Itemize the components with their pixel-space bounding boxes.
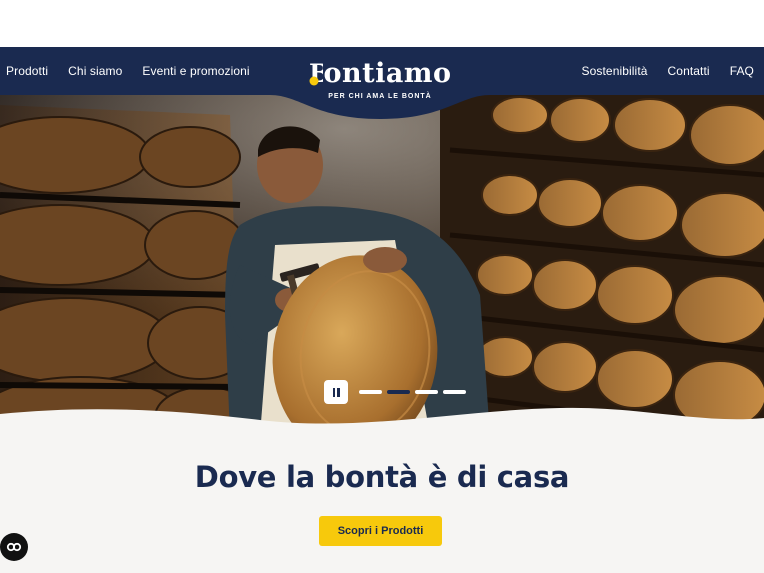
nav-item-contatti[interactable]: Contatti (668, 64, 710, 78)
page-headline: Dove la bontà è di casa (194, 460, 570, 494)
accessibility-icon (6, 542, 22, 552)
nav-item-prodotti[interactable]: Prodotti (6, 64, 48, 78)
intro-section (0, 428, 764, 573)
hero-carousel-controls (324, 380, 466, 404)
nav-item-sostenibilita[interactable]: Sostenibilità (582, 64, 648, 78)
pause-icon (332, 387, 335, 397)
discover-products-button[interactable]: Scopri i Prodotti (319, 516, 442, 546)
nav-item-faq[interactable]: FAQ (730, 64, 754, 78)
hero-bottom-wave (0, 407, 764, 438)
right-cheese-shelves (440, 95, 764, 435)
logo-drop-icon: B (309, 62, 323, 86)
carousel-dot-4[interactable] (443, 390, 466, 394)
brand-logo[interactable]: B ontiamo PER CHI AMA LE BONTÀ (300, 60, 460, 101)
nav-item-chi-siamo[interactable]: Chi siamo (68, 64, 122, 78)
left-cheese-shelves (0, 105, 256, 435)
logo-wordmark-text: ontiamo (323, 58, 452, 89)
logo-tagline: PER CHI AMA LE BONTÀ (328, 93, 432, 100)
carousel-dot-3[interactable] (415, 390, 438, 394)
pause-icon-bar (337, 387, 340, 397)
nav-left-group: Prodotti Chi siamo Eventi e promozioni (6, 47, 250, 95)
nav-right-group: Sostenibilità Contatti FAQ (582, 47, 754, 95)
carousel-dot-1[interactable] (359, 390, 382, 394)
logo-wordmark: B ontiamo (309, 60, 452, 88)
carousel-dot-2[interactable] (387, 390, 410, 394)
nav-item-eventi-promozioni[interactable]: Eventi e promozioni (142, 64, 249, 78)
top-spacer (0, 0, 764, 47)
carousel-pause-button[interactable] (324, 380, 348, 404)
accessibility-button[interactable] (0, 533, 28, 561)
